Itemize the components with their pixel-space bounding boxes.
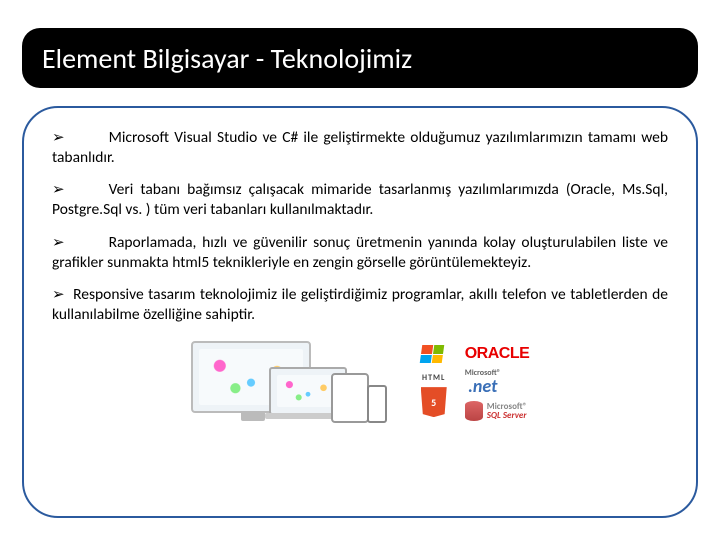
bullet-arrow-icon: ➢ — [52, 286, 65, 303]
html5-label: HTML — [422, 373, 445, 383]
tablet-icon — [331, 373, 369, 423]
page-title: Element Bilgisayar - Teknolojimiz — [42, 41, 412, 76]
html5-logo: HTML 5 — [421, 373, 447, 417]
dotnet-text: .net — [468, 377, 497, 395]
content-panel: ➢Microsoft Visual Studio ve C# ile geliş… — [22, 106, 698, 518]
sqlserver-logo: Microsoft® SQL Server — [465, 401, 527, 421]
bullet-item: ➢Microsoft Visual Studio ve C# ile geliş… — [52, 128, 668, 168]
windows-flag-icon — [419, 345, 444, 363]
responsive-devices-graphic — [191, 337, 391, 429]
bullet-item: ➢ Responsive tasarım teknolojimiz ile ge… — [52, 285, 668, 325]
sqlserver-label: Microsoft® SQL Server — [487, 402, 527, 420]
bullet-text: Responsive tasarım teknolojimiz ile geli… — [52, 285, 668, 324]
right-stack: Microsoft® .net Microsoft® SQL Server — [465, 369, 530, 421]
title-bar: Element Bilgisayar - Teknolojimiz — [22, 28, 698, 88]
sql-product: SQL Server — [487, 411, 527, 420]
tech-logos-grid: ORACLE HTML 5 Microsoft® .net Microsoft®… — [421, 345, 530, 421]
bullet-arrow-icon: ➢ — [52, 234, 65, 251]
dotnet-logo: Microsoft® .net — [465, 369, 501, 395]
html5-shield-icon: 5 — [421, 387, 447, 417]
database-icon — [465, 401, 483, 421]
phone-icon — [367, 385, 387, 423]
bullet-arrow-icon: ➢ — [52, 129, 65, 146]
illustration-row: ORACLE HTML 5 Microsoft® .net Microsoft®… — [52, 337, 668, 429]
bullet-text: Veri tabanı bağımsız çalışacak mimaride … — [52, 180, 668, 219]
bullet-item: ➢Raporlamada, hızlı ve güvenilir sonuç ü… — [52, 233, 668, 273]
bullet-text: Microsoft Visual Studio ve C# ile gelişt… — [52, 128, 668, 167]
windows-logo — [421, 345, 447, 363]
oracle-logo: ORACLE — [465, 345, 530, 363]
bullet-text: Raporlamada, hızlı ve güvenilir sonuç ür… — [52, 233, 668, 272]
bullet-arrow-icon: ➢ — [52, 181, 65, 198]
bullet-item: ➢Veri tabanı bağımsız çalışacak mimaride… — [52, 180, 668, 220]
